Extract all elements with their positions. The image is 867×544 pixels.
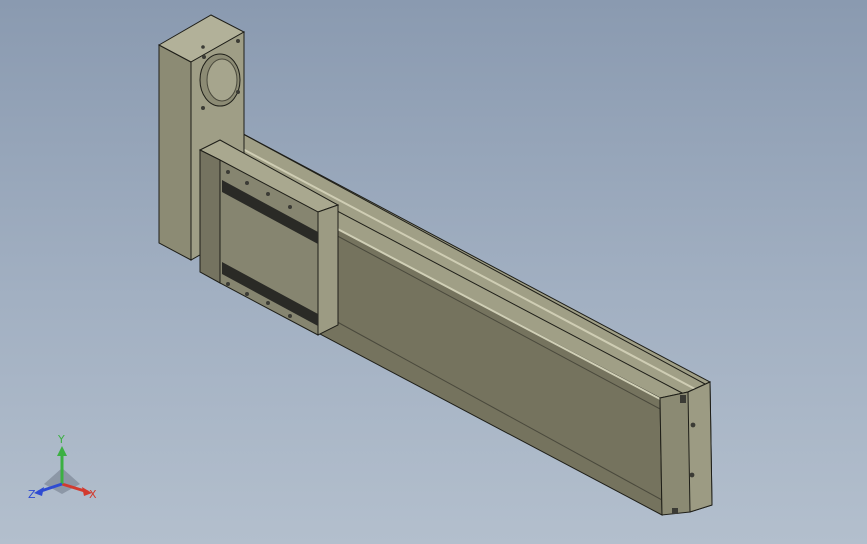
y-axis-label: Y (57, 433, 65, 446)
end-cap-right (687, 381, 713, 513)
carriage-hole-6 (245, 292, 249, 296)
carriage-front (317, 204, 339, 336)
carriage-hole-2 (245, 181, 249, 185)
z-axis-label: Z (28, 488, 36, 501)
motor-block-side (158, 44, 192, 261)
mount-hole-top-left (201, 45, 205, 49)
carriage-hole-3 (266, 192, 270, 196)
actuator-model[interactable] (0, 0, 867, 544)
coordinate-triad: X Y Z (28, 433, 97, 501)
mount-hole-1 (202, 55, 206, 59)
mount-hole-2 (236, 39, 240, 43)
carriage-hole-1 (226, 170, 230, 174)
x-axis-label: X (89, 488, 97, 501)
y-axis-arrow (57, 446, 67, 456)
carriage-hole-8 (288, 314, 292, 318)
mount-hole-3 (201, 106, 205, 110)
end-cap-notch-bottom (672, 508, 678, 514)
carriage-hole-5 (226, 282, 230, 286)
mount-hole-4 (236, 90, 240, 94)
end-cap-hole-bottom (689, 472, 695, 478)
end-cap-notch-top (680, 395, 686, 403)
motor-bore-inner (206, 58, 238, 102)
carriage-hole-7 (266, 301, 270, 305)
end-cap-hole-top (690, 422, 696, 428)
3d-viewport[interactable]: X Y Z (0, 0, 867, 544)
carriage-hole-4 (288, 205, 292, 209)
carriage-left-face (199, 149, 221, 284)
